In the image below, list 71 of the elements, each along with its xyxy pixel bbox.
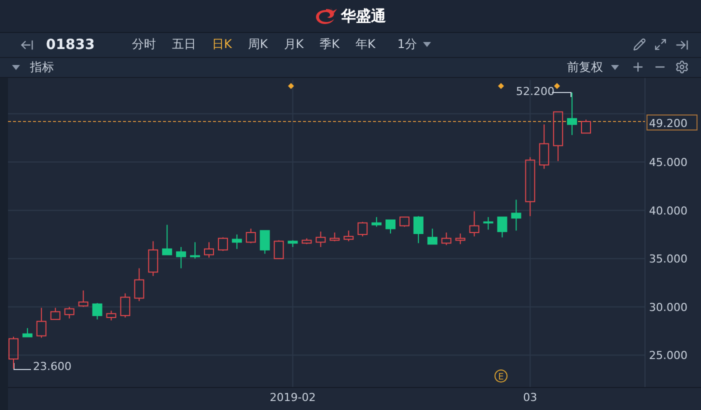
leader-line [14,362,32,370]
event-badge[interactable]: E [494,370,508,382]
candle [399,216,410,228]
candle [316,231,326,248]
candle [8,336,18,370]
period-tab[interactable]: 年K [348,36,384,54]
diamond-marker-icon [498,83,504,89]
candle [148,240,158,276]
candle [413,216,424,244]
candle [539,124,550,170]
candle [78,290,88,308]
candle [358,221,368,237]
candle [483,216,494,230]
adjustment-dropdown[interactable]: 前复权 [567,58,627,76]
candle [232,234,242,250]
candle [274,240,284,260]
candle [302,238,312,245]
axis-label: 35.000 [649,252,688,266]
candle [120,292,130,318]
candle [497,216,508,238]
brand-name: 华盛通 [341,6,386,26]
candle [581,119,591,134]
axis-label: 2019-02 [270,391,316,404]
candle [162,224,172,256]
period-tab[interactable]: 季K [312,36,348,54]
candle [92,302,102,320]
high-price-label: 52.200 [516,85,554,98]
diamond-marker-icon [288,83,294,89]
period-tab[interactable]: 五日 [164,36,204,54]
candle [553,111,564,162]
candle [190,242,200,260]
candle [386,219,396,234]
candle [22,328,32,338]
candle [441,232,452,246]
candle [176,246,186,269]
period-tab[interactable]: 周K [240,36,276,54]
last-price-tag: 49.200 [646,114,698,130]
candle [134,268,144,302]
low-price-label: 23.600 [33,360,72,373]
candle [288,240,298,248]
candle [106,310,116,321]
stock-code: 01833 [46,36,96,53]
indicator-label: 指标 [30,58,54,76]
candle [218,236,228,252]
candle [469,210,480,237]
candle [455,233,466,245]
candle [50,307,60,320]
candle [372,216,382,228]
axis-label: 25.000 [649,349,688,362]
candle [427,228,438,245]
brand-logo-icon [315,7,337,26]
candle [246,228,256,244]
axis-label: 30.000 [649,300,688,314]
candle [36,307,46,338]
period-tab[interactable]: 日K [204,36,240,54]
candle [64,306,74,319]
axis-label: 45.000 [649,156,688,170]
period-tab[interactable]: 月K [276,36,312,54]
period-tab[interactable]: 分时 [124,36,164,54]
candle [260,230,270,254]
axis-label: 03 [523,391,538,404]
candle [567,92,578,136]
candle [511,199,522,232]
interval-dropdown[interactable]: 1分 [397,36,432,54]
candle [330,232,340,242]
caret-icon[interactable] [12,64,20,70]
candle [344,230,354,242]
diamond-marker-icon [554,83,560,89]
axis-label: 40.000 [649,204,688,218]
candle [525,156,536,217]
candle [204,242,214,258]
